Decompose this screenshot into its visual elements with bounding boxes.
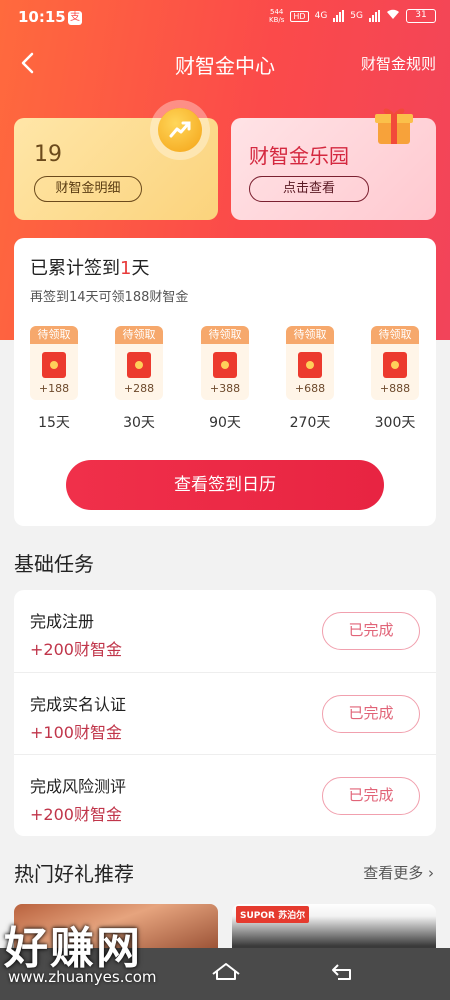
net-5g-label: 5G (350, 11, 363, 21)
hd-icon: HD (290, 10, 309, 22)
task-reward: +200财智金 (30, 805, 122, 824)
coin-balance-value: 19 (34, 142, 62, 167)
task-row: 完成注册 +200财智金 已完成 (14, 590, 436, 672)
coin-park-title: 财智金乐园 (249, 144, 349, 168)
status-bar: 10:15 支 544 KB/s HD 4G 5G 31 (0, 0, 450, 36)
reward-tile[interactable]: 待领取 +388 (201, 326, 249, 400)
network-speed: 544 KB/s (269, 8, 285, 24)
reward-tile[interactable]: 待领取 +888 (371, 326, 419, 400)
tasks-card: 完成注册 +200财智金 已完成 完成实名认证 +100财智金 已完成 完成风险… (14, 590, 436, 836)
reward-day-label: 90天 (209, 415, 241, 431)
reward-day-label: 270天 (289, 415, 331, 431)
gifts-section-title: 热门好礼推荐 (14, 862, 134, 886)
reward-amount: +888 (379, 382, 411, 395)
task-reward: +200财智金 (30, 640, 122, 659)
task-reward: +100财智金 (30, 723, 122, 742)
reward-tile[interactable]: 待领取 +188 (30, 326, 78, 400)
reward-tag: 待领取 (30, 326, 78, 344)
chevron-right-icon: › (428, 864, 434, 882)
task-name: 完成实名认证 (30, 695, 127, 714)
reward-tile[interactable]: 待领取 +688 (286, 326, 334, 400)
reward-amount: +388 (209, 382, 241, 395)
net-4g-label: 4G (314, 11, 328, 21)
task-name: 完成注册 (30, 612, 95, 631)
reward-tile[interactable]: 待领取 +288 (115, 326, 163, 400)
signin-subtitle: 再签到14天可领188财智金 (30, 290, 189, 305)
reward-amount: +188 (38, 382, 70, 395)
signin-title: 已累计签到1天 (30, 254, 149, 280)
reward-tag: 待领取 (201, 326, 249, 344)
tasks-section-title: 基础任务 (14, 552, 94, 576)
status-time: 10:15 (18, 8, 66, 26)
signin-card: 已累计签到1天 再签到14天可领188财智金 待领取 +188 待领取 +288… (14, 238, 436, 526)
rules-link[interactable]: 财智金规则 (361, 53, 436, 74)
reward-day-label: 300天 (374, 415, 416, 431)
reward-tag: 待领取 (371, 326, 419, 344)
gift-box-icon (372, 104, 416, 146)
red-envelope-icon (383, 352, 407, 378)
task-status-button[interactable]: 已完成 (322, 777, 420, 815)
coin-detail-button[interactable]: 财智金明细 (34, 176, 142, 202)
red-envelope-icon (298, 352, 322, 378)
battery-icon: 31 (406, 9, 436, 23)
reward-tag: 待领取 (286, 326, 334, 344)
task-row: 完成风险测评 +200财智金 已完成 (14, 754, 436, 836)
red-envelope-icon (213, 352, 237, 378)
reward-day-label: 30天 (123, 415, 155, 431)
reward-amount: +288 (123, 382, 155, 395)
signin-title-prefix: 已累计签到 (30, 258, 120, 279)
view-more-link[interactable]: 查看更多 › (363, 862, 434, 883)
signal-icon (333, 10, 345, 22)
brand-badge: SUPOR 苏泊尔 (236, 906, 310, 923)
status-icons: 544 KB/s HD 4G 5G 31 (269, 8, 436, 24)
task-row: 完成实名认证 +100财智金 已完成 (14, 672, 436, 754)
view-calendar-button[interactable]: 查看签到日历 (66, 460, 384, 510)
top-nav: 财智金中心 财智金规则 (0, 40, 450, 86)
task-name: 完成风险测评 (30, 777, 127, 796)
signal-icon-2 (369, 10, 380, 22)
signin-title-suffix: 天 (131, 258, 150, 279)
home-icon[interactable] (210, 960, 242, 986)
signin-days: 1 (120, 258, 132, 279)
task-status-button[interactable]: 已完成 (322, 612, 420, 650)
task-status-button[interactable]: 已完成 (322, 695, 420, 733)
reward-day-label: 15天 (38, 415, 70, 431)
system-back-icon[interactable] (330, 962, 356, 986)
view-more-label: 查看更多 (363, 864, 424, 882)
trend-coin-icon (158, 108, 202, 152)
reward-amount: +688 (294, 382, 326, 395)
red-envelope-icon (127, 352, 151, 378)
watermark-logo: 好赚网 (4, 923, 142, 974)
watermark-url: www.zhuanyes.com (8, 968, 157, 986)
red-envelope-icon (42, 352, 66, 378)
reward-tag: 待领取 (115, 326, 163, 344)
wifi-icon (386, 9, 400, 23)
view-park-button[interactable]: 点击查看 (249, 176, 369, 202)
alipay-notification-icon: 支 (68, 11, 82, 25)
